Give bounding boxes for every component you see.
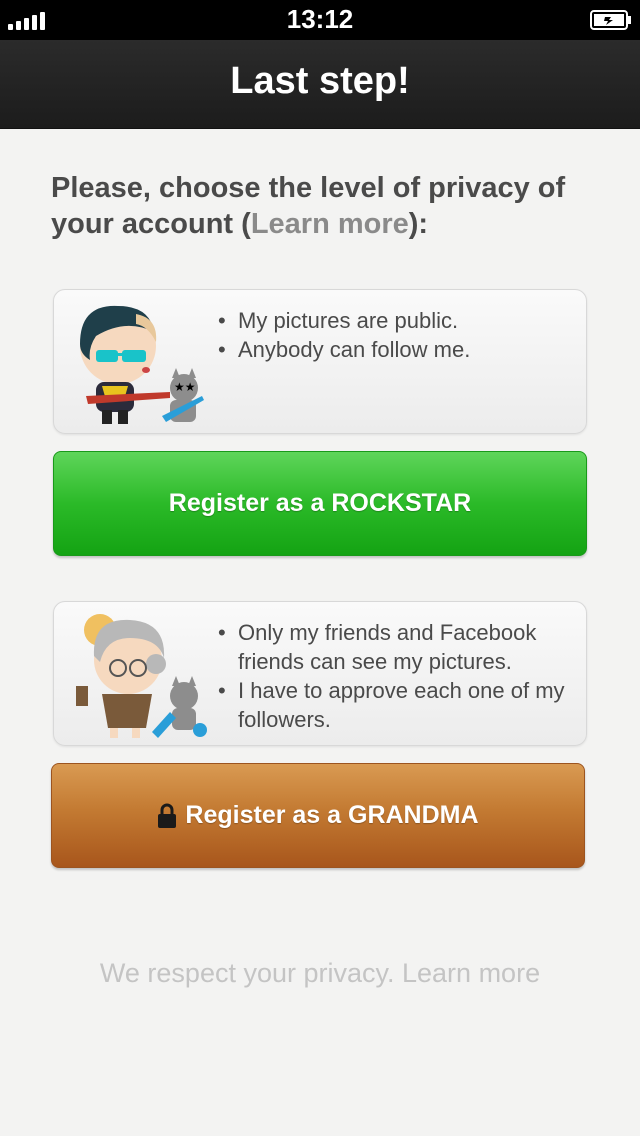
grandma-info-card: Only my friends and Facebook friends can… [53, 601, 587, 746]
privacy-footer-link[interactable]: We respect your privacy. Learn more [0, 958, 640, 989]
lock-icon [158, 803, 177, 828]
grandma-bullets: Only my friends and Facebook friends can… [218, 618, 578, 734]
battery-charging-icon [590, 10, 631, 30]
page-title: Last step! [230, 60, 410, 102]
rockstar-info-card: ★★ My pictures are public. Anybody can f… [53, 289, 587, 434]
status-bar: 13:12 [0, 0, 640, 40]
learn-more-link[interactable]: Learn more [251, 208, 409, 240]
register-grandma-button[interactable]: Register as a GRANDMA [51, 763, 585, 868]
svg-text:★★: ★★ [174, 380, 196, 394]
grandma-illustration-icon [76, 614, 207, 738]
register-rockstar-button[interactable]: Register as a ROCKSTAR [53, 451, 587, 556]
rockstar-illustration-icon: ★★ [80, 305, 204, 424]
status-time: 13:12 [286, 4, 354, 34]
navigation-bar: Last step! [0, 40, 640, 129]
register-rockstar-label: Register as a ROCKSTAR [168, 489, 472, 517]
list-item: I have to approve each one of my followe… [218, 676, 578, 734]
list-item: My pictures are public. [218, 306, 578, 335]
rockstar-bullets: My pictures are public. Anybody can foll… [218, 306, 578, 364]
privacy-instructions: Please, choose the level of privacy of y… [51, 170, 596, 242]
register-grandma-label: Register as a GRANDMA [185, 801, 479, 829]
list-item: Anybody can follow me. [218, 335, 578, 364]
list-item: Only my friends and Facebook friends can… [218, 618, 578, 676]
intro-text-end: ): [408, 208, 429, 240]
